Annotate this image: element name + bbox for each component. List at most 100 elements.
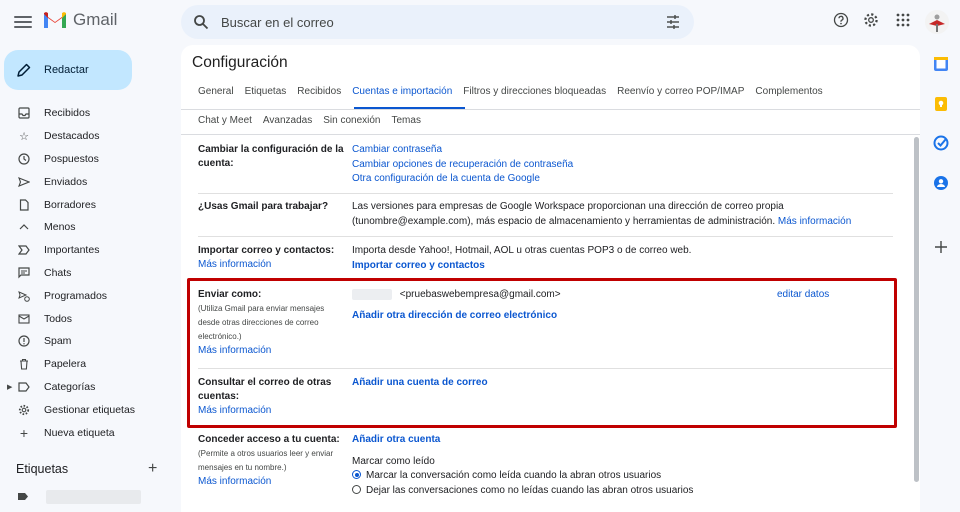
section-label-wrap: Importar correo y contactos: Más informa…: [198, 244, 348, 272]
apps-grid-icon[interactable]: [894, 10, 912, 30]
grant-access-more-info-link[interactable]: Más información: [198, 475, 348, 489]
sidebar-item-label: Todos: [44, 312, 73, 325]
mark-read-option-1[interactable]: Marcar la conversación como leída cuando…: [352, 469, 892, 484]
settings-gear-icon[interactable]: [862, 10, 880, 30]
mark-read-option-2[interactable]: Dejar las conversaciones como no leídas …: [352, 484, 892, 499]
sidebar-item-all-mail[interactable]: Todos: [0, 307, 170, 330]
sidebar-item-label: Papelera: [44, 358, 87, 371]
sidebar-item-manage-labels[interactable]: Gestionar etiquetas: [0, 398, 170, 421]
tab-themes[interactable]: Temas: [391, 115, 420, 126]
other-google-settings-link[interactable]: Otra configuración de la cuenta de Googl…: [352, 172, 573, 187]
sidebar-item-less[interactable]: Menos: [0, 216, 170, 239]
send-as-more-info-link[interactable]: Más información: [198, 344, 348, 358]
sidebar-item-categories[interactable]: ▶ Categorías: [0, 376, 170, 399]
send-as-address: <pruebaswebempresa@gmail.com> editar dat…: [352, 288, 872, 303]
sidebar-item-chats[interactable]: Chats: [0, 262, 170, 285]
inbox-icon: [17, 106, 31, 120]
search-input[interactable]: [221, 5, 641, 39]
sidebar-item-trash[interactable]: Papelera: [0, 353, 170, 376]
sidebar-item-label: Gestionar etiquetas: [44, 403, 136, 416]
sidebar-item-label: Destacados: [44, 130, 100, 143]
label-item[interactable]: [16, 490, 156, 504]
sidebar-item-label: Spam: [44, 335, 72, 348]
tab-inbox[interactable]: Recibidos: [297, 86, 341, 97]
sidebar-item-label: Menos: [44, 221, 76, 234]
workspace-more-info-link[interactable]: Más información: [778, 216, 851, 227]
all-mail-icon: [17, 312, 31, 326]
calendar-icon[interactable]: [932, 55, 950, 73]
section-value: Importa desde Yahoo!, Hotmail, AOL u otr…: [352, 244, 691, 273]
keep-icon[interactable]: [932, 95, 950, 113]
import-more-info-link[interactable]: Más información: [198, 258, 348, 272]
account-avatar[interactable]: [925, 10, 949, 34]
section-value: Añadir otra cuenta Marcar como leído Mar…: [352, 433, 892, 498]
add-another-account-link[interactable]: Añadir otra cuenta: [352, 433, 892, 448]
tab-addons[interactable]: Complementos: [755, 86, 822, 97]
add-mail-account-link[interactable]: Añadir una cuenta de correo: [352, 376, 488, 391]
add-email-address-link[interactable]: Añadir otra dirección de correo electrón…: [352, 309, 872, 324]
search-options-icon[interactable]: [665, 14, 681, 30]
edit-info-link[interactable]: editar datos: [777, 288, 829, 303]
label-tag-icon: [18, 493, 28, 500]
section-divider: [198, 236, 893, 237]
sidebar-item-spam[interactable]: Spam: [0, 330, 170, 353]
help-icon[interactable]: [832, 10, 850, 30]
trash-icon: [17, 357, 31, 371]
settings-panel: Configuración General Etiquetas Recibido…: [181, 45, 920, 512]
tab-advanced[interactable]: Avanzadas: [263, 115, 312, 126]
sidebar-item-inbox[interactable]: Recibidos: [0, 102, 170, 125]
import-text: Importa desde Yahoo!, Hotmail, AOL u otr…: [352, 245, 692, 256]
caret-right-icon[interactable]: ▶: [7, 383, 12, 391]
tab-accounts-import[interactable]: Cuentas e importación: [352, 86, 452, 97]
sender-email: <pruebaswebempresa@gmail.com>: [399, 289, 561, 300]
main-menu-icon[interactable]: [14, 12, 32, 32]
section-value: <pruebaswebempresa@gmail.com> editar dat…: [352, 288, 872, 323]
add-label-button[interactable]: +: [148, 460, 157, 478]
check-mail-more-info-link[interactable]: Más información: [198, 404, 348, 418]
sidebar-item-label: Enviados: [44, 175, 88, 188]
sidebar-item-new-label[interactable]: + Nueva etiqueta: [0, 421, 170, 444]
section-label: Importar correo y contactos:: [198, 245, 335, 256]
tab-labels[interactable]: Etiquetas: [245, 86, 287, 97]
change-recovery-link[interactable]: Cambiar opciones de recuperación de cont…: [352, 158, 573, 173]
gmail-logo[interactable]: Gmail: [43, 10, 117, 30]
section-value: Añadir una cuenta de correo: [352, 376, 488, 391]
section-label-wrap: Consultar el correo de otras cuentas: Má…: [198, 376, 348, 418]
draft-icon: [17, 198, 31, 212]
section-value: Las versiones para empresas de Google Wo…: [352, 200, 872, 229]
tab-filters[interactable]: Filtros y direcciones bloqueadas: [463, 86, 606, 97]
sidebar-item-label: Importantes: [44, 244, 100, 257]
sidebar-item-label: Programados: [44, 289, 108, 302]
labels-heading: Etiquetas: [16, 462, 69, 476]
spam-icon: [17, 334, 31, 348]
section-label: ¿Usas Gmail para trabajar?: [198, 201, 329, 212]
tab-chat-meet[interactable]: Chat y Meet: [198, 115, 252, 126]
sidebar-item-drafts[interactable]: Borradores: [0, 193, 170, 216]
search-bar[interactable]: [181, 5, 694, 39]
sidebar-item-label: Recibidos: [44, 107, 91, 120]
tab-forwarding[interactable]: Reenvío y correo POP/IMAP: [617, 86, 744, 97]
contacts-icon[interactable]: [932, 174, 950, 192]
add-panel-icon[interactable]: [932, 238, 950, 256]
tasks-icon[interactable]: [932, 134, 950, 152]
sidebar-item-scheduled[interactable]: Programados: [0, 284, 170, 307]
section-label: Consultar el correo de otras cuentas:: [198, 377, 332, 402]
import-mail-contacts-link[interactable]: Importar correo y contactos: [352, 259, 691, 274]
compose-label: Redactar: [44, 64, 89, 76]
radio-unselected-icon[interactable]: [352, 484, 361, 494]
sidebar-item-snoozed[interactable]: Pospuestos: [0, 148, 170, 171]
tab-offline[interactable]: Sin conexión: [323, 115, 380, 126]
radio-selected-icon[interactable]: [352, 470, 361, 479]
change-password-link[interactable]: Cambiar contraseña: [352, 143, 573, 158]
sidebar-nav: Recibidos ☆ Destacados Pospuestos Enviad…: [0, 102, 170, 444]
sidebar-item-starred[interactable]: ☆ Destacados: [0, 125, 170, 148]
sidebar-item-sent[interactable]: Enviados: [0, 170, 170, 193]
settings-tabs-row1: General Etiquetas Recibidos Cuentas e im…: [198, 86, 834, 97]
sidebar-item-important[interactable]: Importantes: [0, 239, 170, 262]
grant-access-note: (Permite a otros usuarios leer y enviar …: [198, 449, 334, 472]
tab-general[interactable]: General: [198, 86, 234, 97]
search-icon[interactable]: [193, 14, 209, 30]
scrollbar-thumb[interactable]: [914, 137, 919, 482]
compose-button[interactable]: Redactar: [4, 50, 132, 90]
plus-icon: +: [19, 424, 29, 441]
